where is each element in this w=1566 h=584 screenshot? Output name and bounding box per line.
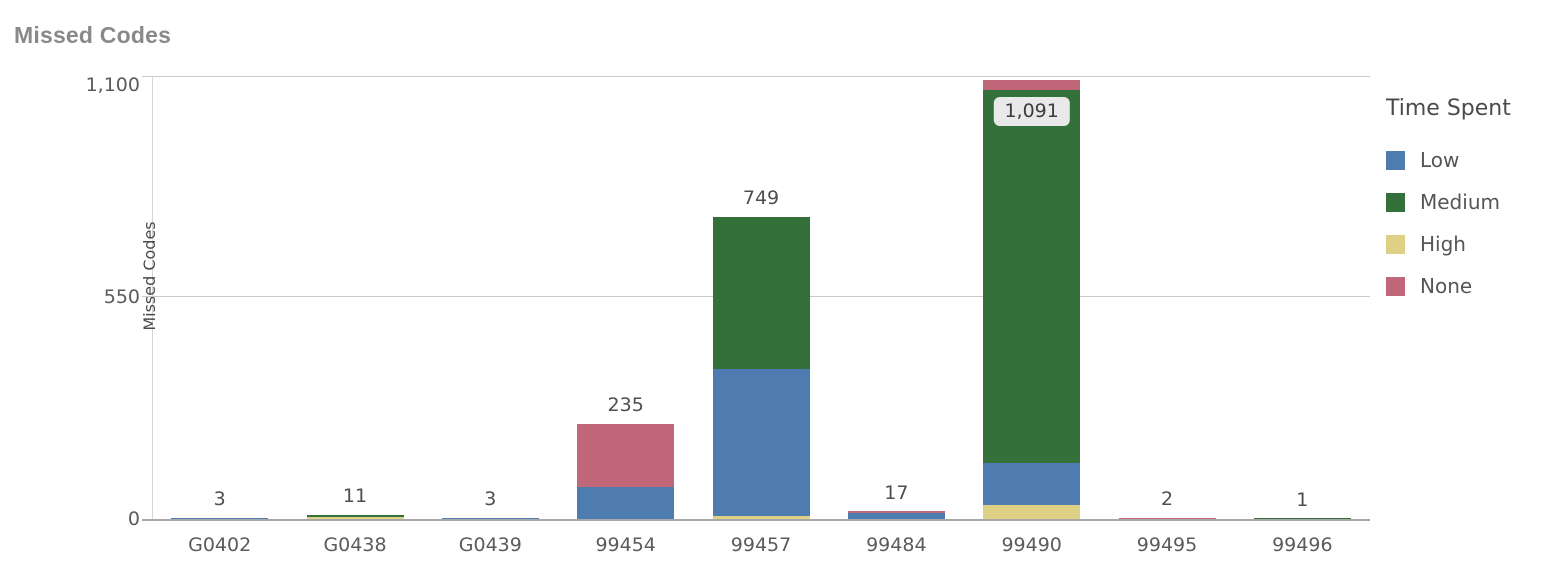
bar-total-label: 3 bbox=[213, 487, 226, 510]
bar-stack[interactable] bbox=[1253, 517, 1351, 519]
legend-swatch-icon bbox=[1386, 192, 1405, 212]
legend-swatch-icon bbox=[1386, 150, 1405, 170]
x-tick-label-G0439: G0439 bbox=[458, 534, 522, 556]
bar-stack[interactable] bbox=[171, 517, 269, 519]
bar-total-label: 2 bbox=[1160, 488, 1174, 511]
bar-segment-none[interactable] bbox=[983, 79, 1081, 90]
bar-group[interactable]: 3 bbox=[171, 76, 269, 519]
x-tick-label-99490: 99490 bbox=[1001, 534, 1062, 556]
bars-layer: 3 11 3 235 749 17 1,091 2 1 bbox=[152, 76, 1370, 519]
legend-item-label: High bbox=[1420, 232, 1466, 256]
legend-item-low[interactable]: Low bbox=[1386, 139, 1561, 181]
bar-segment-low[interactable] bbox=[712, 369, 810, 517]
bar-total-label: 1 bbox=[1296, 488, 1309, 511]
bar-total-label: 3 bbox=[484, 487, 497, 510]
bar-stack[interactable] bbox=[306, 514, 404, 519]
x-tick-label-99496: 99496 bbox=[1272, 534, 1333, 556]
plot-area: Missed Codes 3 11 3 235 749 17 1,091 2 1 bbox=[140, 76, 1370, 519]
bar-segment-low[interactable] bbox=[577, 486, 675, 519]
x-tick-label-G0402: G0402 bbox=[188, 534, 252, 556]
bar-segment-high[interactable] bbox=[983, 504, 1081, 519]
y-tick-label-1100: 1,100 bbox=[85, 74, 140, 96]
bar-group[interactable]: 11 bbox=[306, 76, 404, 519]
legend-items: Low Medium High None bbox=[1386, 139, 1561, 307]
page-title: Missed Codes bbox=[14, 22, 172, 48]
x-tick-label-99454: 99454 bbox=[595, 534, 656, 556]
legend-item-label: Medium bbox=[1420, 190, 1500, 214]
bar-group[interactable]: 1,091 bbox=[983, 76, 1081, 519]
bar-segment-medium[interactable] bbox=[1253, 517, 1351, 519]
x-tick-label-99457: 99457 bbox=[730, 534, 792, 556]
bar-stack[interactable] bbox=[983, 79, 1081, 519]
bar-segment-none[interactable] bbox=[577, 424, 675, 487]
legend-item-none[interactable]: None bbox=[1386, 265, 1561, 307]
legend-title: Time Spent bbox=[1386, 96, 1511, 121]
bar-segment-low[interactable] bbox=[847, 512, 945, 519]
legend-swatch-icon bbox=[1386, 234, 1405, 254]
chart-container: Missed Codes 1,100 550 0 Missed Codes 31… bbox=[0, 0, 1566, 584]
legend: Time Spent Low Medium High None bbox=[1386, 96, 1561, 307]
bar-segment-medium[interactable] bbox=[983, 89, 1081, 463]
bar-group[interactable]: 17 bbox=[847, 76, 945, 519]
bar-segment-low[interactable] bbox=[171, 517, 269, 519]
legend-swatch-icon bbox=[1386, 276, 1405, 296]
legend-item-label: None bbox=[1420, 274, 1473, 298]
bar-group[interactable]: 749 bbox=[712, 76, 810, 519]
bar-group[interactable]: 1 bbox=[1253, 76, 1351, 519]
bar-stack[interactable] bbox=[847, 511, 945, 519]
bar-total-label: 11 bbox=[342, 484, 368, 507]
bar-stack[interactable] bbox=[712, 217, 810, 519]
bar-segment-none[interactable] bbox=[1118, 517, 1216, 519]
bar-total-label: 749 bbox=[742, 187, 780, 210]
x-tick-label-99484: 99484 bbox=[866, 534, 927, 556]
bar-total-label: 1,091 bbox=[993, 96, 1070, 126]
bar-group[interactable]: 235 bbox=[577, 76, 675, 519]
bar-stack[interactable] bbox=[577, 424, 675, 519]
bar-segment-low[interactable] bbox=[983, 462, 1081, 505]
bar-group[interactable]: 3 bbox=[441, 76, 539, 519]
bar-segment-high[interactable] bbox=[712, 516, 810, 519]
x-tick-label-G0438: G0438 bbox=[323, 534, 387, 556]
bar-segment-low[interactable] bbox=[441, 517, 539, 519]
legend-item-medium[interactable]: Medium bbox=[1386, 181, 1561, 223]
y-tick-label-0: 0 bbox=[127, 508, 140, 530]
bar-stack[interactable] bbox=[1118, 517, 1216, 519]
bar-segment-high[interactable] bbox=[306, 516, 404, 519]
x-tick-label-99495: 99495 bbox=[1136, 534, 1198, 556]
legend-item-label: Low bbox=[1420, 148, 1460, 172]
bar-total-label: 235 bbox=[607, 394, 644, 417]
legend-item-high[interactable]: High bbox=[1386, 223, 1561, 265]
x-axis-baseline bbox=[142, 519, 1370, 521]
bar-segment-medium[interactable] bbox=[712, 217, 810, 370]
bar-stack[interactable] bbox=[441, 517, 539, 519]
bar-group[interactable]: 2 bbox=[1118, 76, 1216, 519]
y-tick-label-550: 550 bbox=[103, 286, 140, 308]
bar-total-label: 17 bbox=[884, 482, 909, 505]
